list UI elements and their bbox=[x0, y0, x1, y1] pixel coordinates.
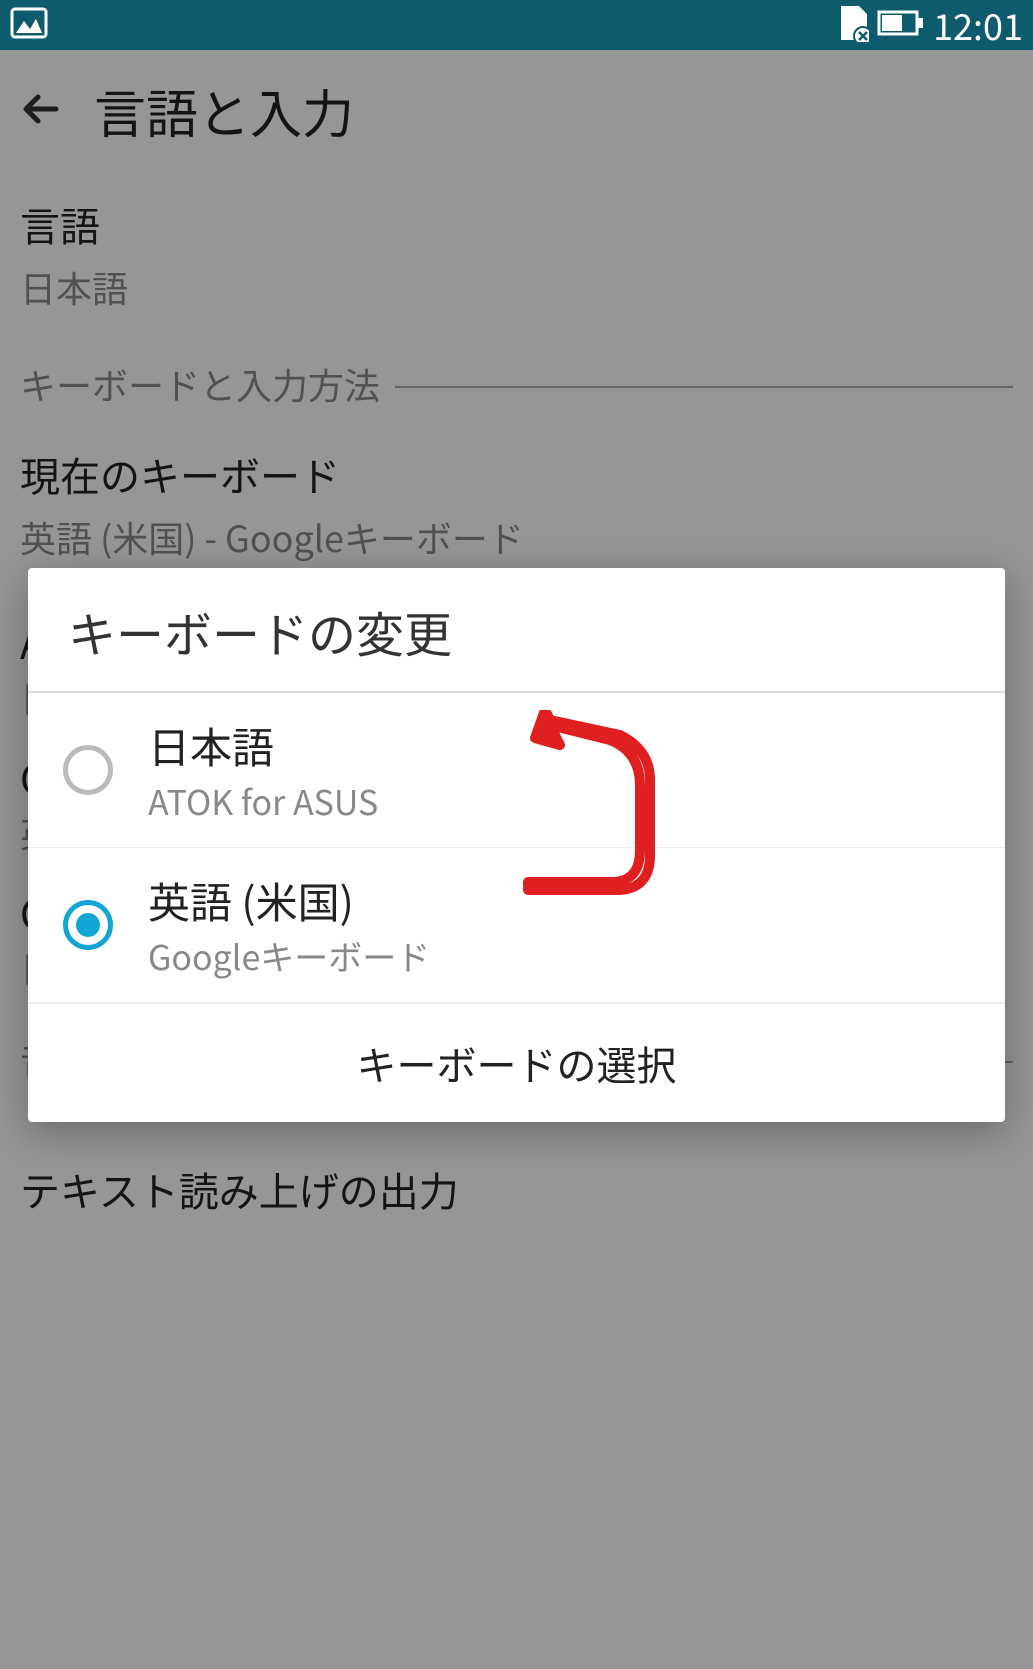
keyboard-option-japanese[interactable]: 日本語 ATOK for ASUS bbox=[28, 693, 1005, 848]
radio-checked-icon bbox=[63, 900, 113, 950]
radio-unchecked-icon bbox=[63, 745, 113, 795]
option-primary: 日本語 bbox=[148, 715, 378, 776]
option-primary: 英語 (米国) bbox=[148, 870, 430, 931]
status-bar: 12:01 bbox=[0, 0, 1033, 50]
image-notification-icon bbox=[10, 7, 48, 44]
status-right: 12:01 bbox=[837, 0, 1023, 51]
status-time: 12:01 bbox=[933, 0, 1023, 51]
keyboard-selection-button[interactable]: キーボードの選択 bbox=[28, 1003, 1005, 1122]
battery-icon bbox=[877, 8, 925, 43]
keyboard-option-english[interactable]: 英語 (米国) Googleキーボード bbox=[28, 848, 1005, 1003]
keyboard-change-dialog: キーボードの変更 日本語 ATOK for ASUS 英語 (米国) Googl… bbox=[28, 568, 1005, 1122]
option-secondary: ATOK for ASUS bbox=[148, 776, 378, 825]
option-secondary: Googleキーボード bbox=[148, 931, 430, 980]
option-text: 日本語 ATOK for ASUS bbox=[148, 715, 378, 825]
dialog-title: キーボードの変更 bbox=[28, 568, 1005, 693]
option-text: 英語 (米国) Googleキーボード bbox=[148, 870, 430, 980]
sim-error-icon bbox=[837, 4, 869, 47]
status-left bbox=[10, 7, 48, 44]
